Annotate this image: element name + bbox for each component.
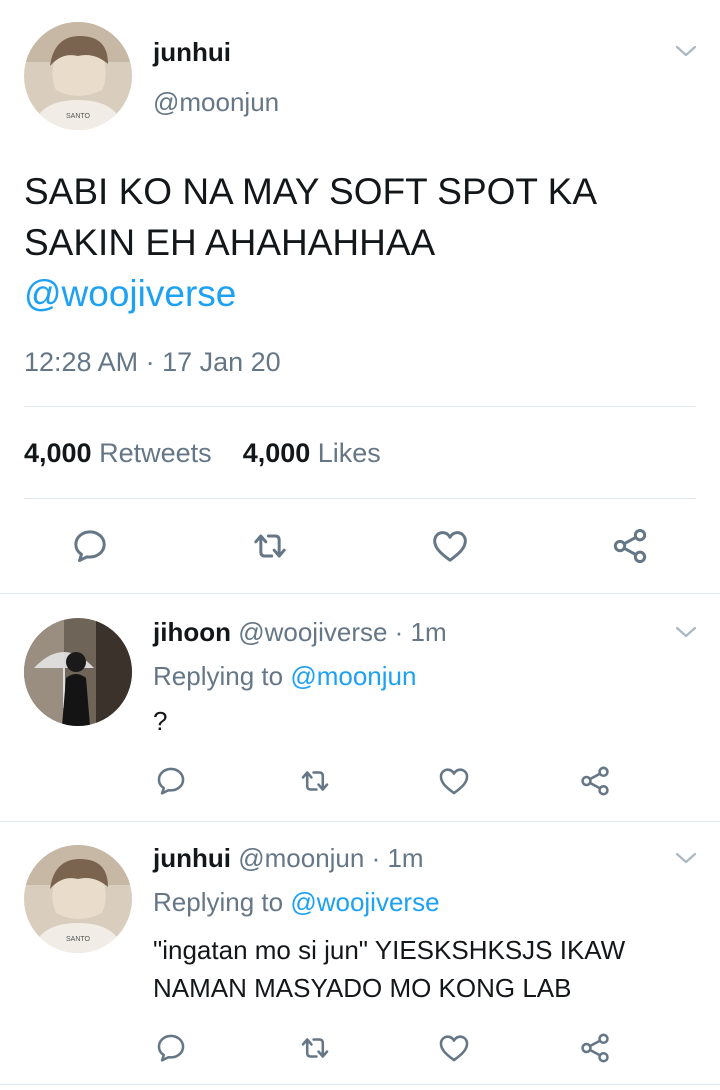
chevron-down-icon[interactable]: [673, 624, 699, 640]
replying-to-label: Replying to: [153, 661, 284, 691]
replying-to: Replying to @woojiverse: [153, 887, 440, 918]
mention-link[interactable]: @woojiverse: [24, 268, 704, 319]
avatar-shirt-text: SANTO: [66, 113, 91, 120]
reply-icon[interactable]: [70, 526, 110, 566]
retweet-icon[interactable]: [298, 764, 332, 798]
retweet-icon[interactable]: [298, 1031, 332, 1065]
author-name[interactable]: junhui: [153, 37, 231, 68]
avatar-shirt-text: SANTO: [66, 936, 91, 943]
heart-icon[interactable]: [437, 1031, 471, 1065]
reply-icon[interactable]: [154, 764, 188, 798]
like-label[interactable]: Likes: [318, 438, 381, 468]
heart-icon[interactable]: [430, 526, 470, 566]
reply-header: junhui @moonjun · 1m: [153, 843, 424, 874]
chevron-down-icon[interactable]: [673, 43, 699, 59]
divider: [0, 821, 720, 822]
avatar[interactable]: SANTO: [24, 22, 132, 130]
author-name[interactable]: jihoon: [153, 617, 231, 647]
reply-text: ?: [153, 706, 168, 736]
divider: [0, 593, 720, 594]
divider: [0, 1084, 720, 1085]
tweet-text-line: SAKIN EH AHAHAHHAA: [24, 222, 436, 263]
retweet-count[interactable]: 4,000: [24, 438, 92, 468]
heart-icon[interactable]: [437, 764, 471, 798]
author-handle[interactable]: @moonjun: [153, 87, 279, 118]
share-icon[interactable]: [578, 764, 612, 798]
reply-text-line: "ingatan mo si jun" YIESKSHKSJS IKAW: [153, 935, 626, 965]
retweet-icon[interactable]: [250, 526, 290, 566]
tweet-timestamp[interactable]: 12:28 AM · 17 Jan 20: [24, 347, 281, 378]
replying-to: Replying to @moonjun: [153, 661, 416, 692]
share-icon[interactable]: [610, 526, 650, 566]
chevron-down-icon[interactable]: [673, 850, 699, 866]
divider: [24, 406, 696, 407]
replying-to-label: Replying to: [153, 887, 284, 917]
mention-link[interactable]: @moonjun: [290, 661, 416, 691]
tweet-text-line: SABI KO NA MAY SOFT SPOT KA: [24, 171, 597, 212]
author-name[interactable]: junhui: [153, 843, 231, 873]
author-handle-time[interactable]: @woojiverse · 1m: [238, 617, 446, 647]
tweet-text: SABI KO NA MAY SOFT SPOT KA SAKIN EH AHA…: [24, 166, 704, 319]
avatar[interactable]: SANTO: [24, 845, 132, 953]
divider: [24, 498, 696, 499]
mention-link[interactable]: @woojiverse: [290, 887, 439, 917]
reply-icon[interactable]: [154, 1031, 188, 1065]
share-icon[interactable]: [578, 1031, 612, 1065]
reply-text-line: NAMAN MASYADO MO KONG LAB: [153, 973, 572, 1003]
like-count[interactable]: 4,000: [243, 438, 311, 468]
author-handle-time[interactable]: @moonjun · 1m: [238, 843, 423, 873]
avatar[interactable]: [24, 618, 132, 726]
tweet-stats: 4,000 Retweets 4,000 Likes: [24, 438, 381, 469]
reply-header: jihoon @woojiverse · 1m: [153, 617, 447, 648]
retweet-label[interactable]: Retweets: [99, 438, 212, 468]
reply-text: "ingatan mo si jun" YIESKSHKSJS IKAW NAM…: [153, 931, 625, 1007]
